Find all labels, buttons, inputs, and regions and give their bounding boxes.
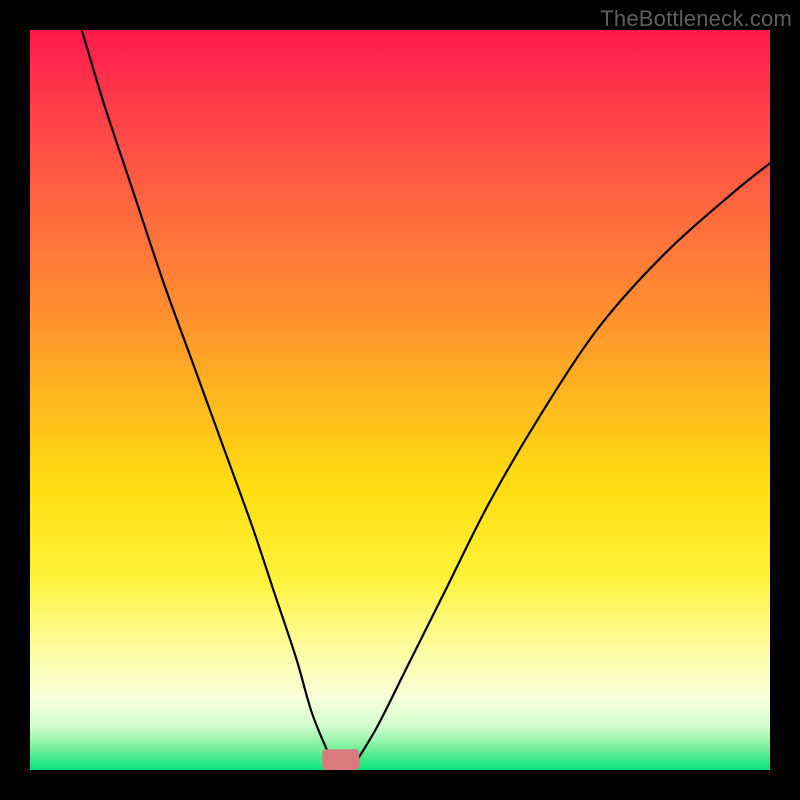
curves-svg: [30, 30, 770, 770]
plot-area: [30, 30, 770, 770]
outer-frame: TheBottleneck.com: [0, 0, 800, 800]
left-branch-curve: [82, 30, 334, 763]
right-branch-curve: [356, 163, 770, 762]
watermark-text: TheBottleneck.com: [600, 6, 792, 32]
minimum-marker: [322, 749, 359, 770]
